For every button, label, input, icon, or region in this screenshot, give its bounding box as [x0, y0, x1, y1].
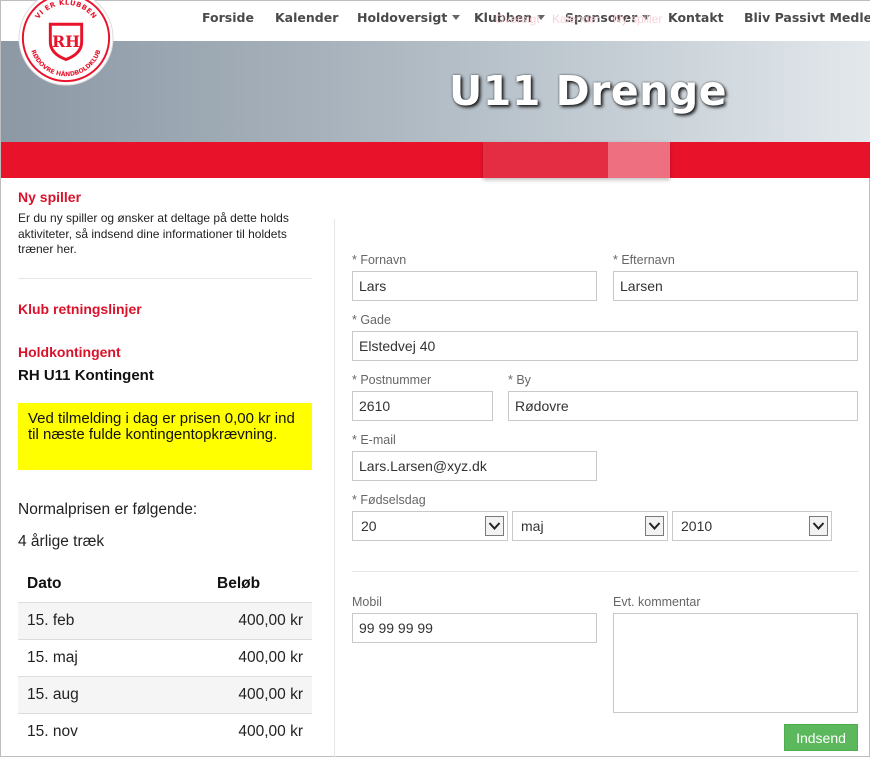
nav-item-holdoversigt[interactable]: Holdoversigt [357, 1, 461, 35]
lastname-input[interactable]: Larsen [613, 271, 858, 301]
row-amount: 400,00 kr [238, 686, 303, 703]
row-amount: 400,00 kr [238, 723, 303, 740]
team-banner [1, 41, 870, 142]
column-divider [334, 219, 335, 757]
logo-initials: RH [52, 32, 80, 51]
row-amount: 400,00 kr [238, 649, 303, 666]
birthday-day-select[interactable]: 20 [352, 511, 508, 541]
birthday-month-select[interactable]: maj [512, 511, 668, 541]
divider [352, 571, 858, 572]
select-value: 2010 [681, 518, 713, 534]
comment-label: Evt. kommentar [613, 595, 701, 609]
table-row: 15. nov 400,00 kr [18, 713, 312, 750]
email-label: * E-mail [352, 433, 396, 447]
postal-input[interactable]: 2610 [352, 391, 493, 421]
club-logo[interactable]: VI ER KLUBBEN RØDOVRE HÅNDBOLDKLUB RH [17, 0, 115, 87]
intro-text: Er du ny spiller og ønsker at deltage på… [18, 211, 289, 256]
lastname-label: * Efternavn [613, 253, 675, 267]
select-value: 20 [361, 518, 377, 534]
nav-item-passivt-medlem[interactable]: Bliv Passivt Medlem [744, 1, 870, 35]
nav-label: Bliv Passivt Medlem [744, 10, 870, 25]
postal-label: * Postnummer [352, 373, 432, 387]
top-navigation: Forside Kalender Holdoversigt Klubben Sp… [1, 1, 870, 41]
chevron-down-icon[interactable] [645, 516, 664, 536]
firstname-input[interactable]: Lars [352, 271, 597, 301]
row-date: 15. nov [27, 723, 78, 740]
row-date: 15. maj [27, 649, 78, 666]
select-value: maj [521, 518, 544, 534]
table-row: 15. aug 400,00 kr [18, 676, 312, 713]
chevron-down-icon[interactable] [485, 516, 504, 536]
row-amount: 400,00 kr [238, 612, 303, 629]
page-title: U11 Drenge [449, 67, 728, 115]
firstname-label: * Fornavn [352, 253, 407, 267]
price-notice: Ved tilmelding i dag er prisen 0,00 kr i… [18, 403, 312, 470]
row-date: 15. aug [27, 686, 79, 703]
street-input[interactable]: Elstedvej 40 [352, 331, 858, 361]
table-row: 15. maj 400,00 kr [18, 639, 312, 676]
table-row: 15. feb 400,00 kr [18, 602, 312, 639]
birthday-label: * Fødselsdag [352, 493, 426, 507]
submit-button[interactable]: Indsend [784, 724, 858, 751]
nav-label: Kontakt [668, 10, 724, 25]
subnav-active-highlight [608, 142, 670, 178]
email-input[interactable]: Lars.Larsen@xyz.dk [352, 451, 597, 481]
chevron-down-icon[interactable] [809, 516, 828, 536]
fee-name: RH U11 Kontingent [18, 367, 154, 384]
nav-item-kontakt[interactable]: Kontakt [668, 1, 724, 35]
row-date: 15. feb [27, 612, 75, 629]
new-player-heading: Ny spiller [18, 189, 82, 205]
normal-price-text: Normalprisen er følgende: [18, 501, 198, 518]
guidelines-link[interactable]: Klub retningslinjer [18, 301, 142, 317]
birthday-year-select[interactable]: 2010 [672, 511, 832, 541]
nav-label: Kalender [275, 10, 339, 25]
city-input[interactable]: Rødovre [508, 391, 858, 421]
street-label: * Gade [352, 313, 391, 327]
fee-heading: Holdkontingent [18, 344, 121, 360]
sub-navigation-bar [1, 142, 870, 178]
nav-label: Forside [202, 10, 254, 25]
city-label: * By [508, 373, 531, 387]
subnav-item-oversigt[interactable]: Oversigt [495, 1, 540, 37]
installments-text: 4 årlige træk [18, 533, 105, 550]
mobile-input[interactable]: 99 99 99 99 [352, 613, 597, 643]
divider [18, 278, 312, 279]
mobile-label: Mobil [352, 595, 382, 609]
nav-item-forside[interactable]: Forside [202, 1, 254, 35]
nav-item-kalender[interactable]: Kalender [275, 1, 338, 35]
nav-label: Holdoversigt [357, 10, 448, 25]
chevron-down-icon [452, 15, 461, 20]
subnav-item-kalender[interactable]: Kalender [552, 1, 600, 37]
table-header-amount: Beløb [217, 575, 261, 592]
comment-textarea[interactable] [613, 613, 858, 713]
subnav-item-ny-spiller[interactable]: Ny spiller [613, 1, 662, 37]
table-header-date: Dato [27, 575, 62, 592]
